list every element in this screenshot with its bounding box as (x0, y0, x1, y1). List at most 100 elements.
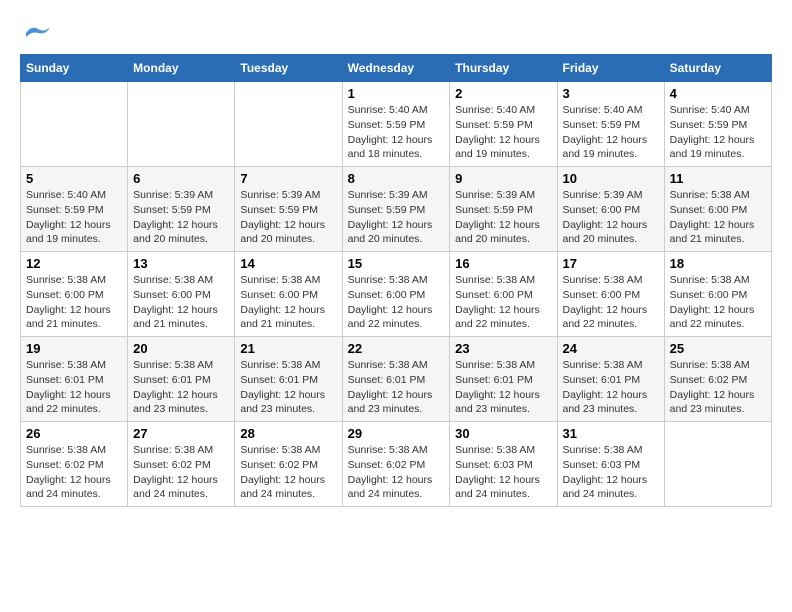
calendar-table: SundayMondayTuesdayWednesdayThursdayFrid… (20, 54, 772, 507)
calendar-day-cell: 4Sunrise: 5:40 AM Sunset: 5:59 PM Daylig… (664, 82, 771, 167)
day-number: 29 (348, 426, 445, 441)
logo (20, 20, 52, 44)
page-header (20, 20, 772, 44)
calendar-day-cell: 10 Sunrise: 5:39 AM Sunset: 6:00 PM Dayli… (557, 167, 664, 252)
day-info: Sunrise: 5:38 AM Sunset: 6:03 PM Dayligh… (563, 443, 659, 502)
calendar-day-cell: 16 Sunrise: 5:38 AM Sunset: 6:00 PM Dayli… (450, 252, 557, 337)
day-number: 7 (240, 171, 336, 186)
calendar-week-row: 19 Sunrise: 5:38 AM Sunset: 6:01 PM Dayli… (21, 337, 772, 422)
calendar-day-cell: 26Sunrise: 5:38 AM Sunset: 6:02 PM Dayli… (21, 422, 128, 507)
day-info: Sunrise: 5:38 AM Sunset: 6:00 PM Dayligh… (348, 273, 445, 332)
calendar-day-cell: 30 Sunrise: 5:38 AM Sunset: 6:03 PM Dayli… (450, 422, 557, 507)
calendar-day-cell: 18Sunrise: 5:38 AM Sunset: 6:00 PM Dayli… (664, 252, 771, 337)
day-info: Sunrise: 5:38 AM Sunset: 6:01 PM Dayligh… (455, 358, 551, 417)
empty-cell (235, 82, 342, 167)
day-info: Sunrise: 5:38 AM Sunset: 6:03 PM Dayligh… (455, 443, 551, 502)
day-number: 19 (26, 341, 122, 356)
day-info: Sunrise: 5:38 AM Sunset: 6:00 PM Dayligh… (670, 188, 766, 247)
day-info: Sunrise: 5:40 AM Sunset: 5:59 PM Dayligh… (26, 188, 122, 247)
calendar-day-cell: 28Sunrise: 5:38 AM Sunset: 6:02 PM Dayli… (235, 422, 342, 507)
calendar-day-cell: 13Sunrise: 5:38 AM Sunset: 6:00 PM Dayli… (128, 252, 235, 337)
day-number: 23 (455, 341, 551, 356)
calendar-day-cell: 1 Sunrise: 5:40 AM Sunset: 5:59 PM Daylig… (342, 82, 450, 167)
calendar-day-cell: 9 Sunrise: 5:39 AM Sunset: 5:59 PM Daylig… (450, 167, 557, 252)
logo-bird-icon (24, 23, 52, 43)
weekday-header-monday: Monday (128, 55, 235, 82)
calendar-day-cell: 21 Sunrise: 5:38 AM Sunset: 6:01 PM Dayli… (235, 337, 342, 422)
calendar-day-cell: 3 Sunrise: 5:40 AM Sunset: 5:59 PM Daylig… (557, 82, 664, 167)
calendar-week-row: 12 Sunrise: 5:38 AM Sunset: 6:00 PM Dayli… (21, 252, 772, 337)
empty-cell (128, 82, 235, 167)
day-info: Sunrise: 5:38 AM Sunset: 6:00 PM Dayligh… (240, 273, 336, 332)
weekday-header-wednesday: Wednesday (342, 55, 450, 82)
calendar-day-cell: 19 Sunrise: 5:38 AM Sunset: 6:01 PM Dayli… (21, 337, 128, 422)
day-number: 4 (670, 86, 766, 101)
calendar-day-cell: 27 Sunrise: 5:38 AM Sunset: 6:02 PM Dayli… (128, 422, 235, 507)
day-number: 11 (670, 171, 766, 186)
calendar-day-cell: 20 Sunrise: 5:38 AM Sunset: 6:01 PM Dayli… (128, 337, 235, 422)
day-info: Sunrise: 5:39 AM Sunset: 5:59 PM Dayligh… (455, 188, 551, 247)
calendar-day-cell: 7 Sunrise: 5:39 AM Sunset: 5:59 PM Daylig… (235, 167, 342, 252)
day-info: Sunrise: 5:38 AM Sunset: 6:02 PM Dayligh… (133, 443, 229, 502)
calendar-day-cell: 24Sunrise: 5:38 AM Sunset: 6:01 PM Dayli… (557, 337, 664, 422)
day-info: Sunrise: 5:38 AM Sunset: 6:01 PM Dayligh… (348, 358, 445, 417)
day-number: 17 (563, 256, 659, 271)
weekday-header-friday: Friday (557, 55, 664, 82)
day-number: 25 (670, 341, 766, 356)
day-number: 20 (133, 341, 229, 356)
day-info: Sunrise: 5:39 AM Sunset: 6:00 PM Dayligh… (563, 188, 659, 247)
weekday-header-tuesday: Tuesday (235, 55, 342, 82)
day-number: 9 (455, 171, 551, 186)
day-info: Sunrise: 5:38 AM Sunset: 6:02 PM Dayligh… (26, 443, 122, 502)
day-number: 31 (563, 426, 659, 441)
calendar-day-cell: 5 Sunrise: 5:40 AM Sunset: 5:59 PM Daylig… (21, 167, 128, 252)
day-info: Sunrise: 5:40 AM Sunset: 5:59 PM Dayligh… (563, 103, 659, 162)
day-info: Sunrise: 5:38 AM Sunset: 6:00 PM Dayligh… (670, 273, 766, 332)
calendar-day-cell: 25 Sunrise: 5:38 AM Sunset: 6:02 PM Dayli… (664, 337, 771, 422)
calendar-day-cell: 23 Sunrise: 5:38 AM Sunset: 6:01 PM Dayli… (450, 337, 557, 422)
day-number: 10 (563, 171, 659, 186)
calendar-week-row: 5 Sunrise: 5:40 AM Sunset: 5:59 PM Daylig… (21, 167, 772, 252)
day-info: Sunrise: 5:39 AM Sunset: 5:59 PM Dayligh… (240, 188, 336, 247)
calendar-day-cell: 15 Sunrise: 5:38 AM Sunset: 6:00 PM Dayli… (342, 252, 450, 337)
day-number: 5 (26, 171, 122, 186)
day-number: 30 (455, 426, 551, 441)
day-number: 1 (348, 86, 445, 101)
day-info: Sunrise: 5:40 AM Sunset: 5:59 PM Dayligh… (455, 103, 551, 162)
day-info: Sunrise: 5:38 AM Sunset: 6:00 PM Dayligh… (26, 273, 122, 332)
day-number: 8 (348, 171, 445, 186)
calendar-day-cell: 12 Sunrise: 5:38 AM Sunset: 6:00 PM Dayli… (21, 252, 128, 337)
day-info: Sunrise: 5:38 AM Sunset: 6:02 PM Dayligh… (670, 358, 766, 417)
day-info: Sunrise: 5:38 AM Sunset: 6:00 PM Dayligh… (133, 273, 229, 332)
day-number: 16 (455, 256, 551, 271)
day-info: Sunrise: 5:39 AM Sunset: 5:59 PM Dayligh… (348, 188, 445, 247)
day-number: 2 (455, 86, 551, 101)
calendar-week-row: 26Sunrise: 5:38 AM Sunset: 6:02 PM Dayli… (21, 422, 772, 507)
day-info: Sunrise: 5:38 AM Sunset: 6:01 PM Dayligh… (240, 358, 336, 417)
logo-text (20, 20, 52, 44)
calendar-week-row: 1 Sunrise: 5:40 AM Sunset: 5:59 PM Daylig… (21, 82, 772, 167)
day-info: Sunrise: 5:38 AM Sunset: 6:01 PM Dayligh… (26, 358, 122, 417)
day-number: 27 (133, 426, 229, 441)
day-number: 12 (26, 256, 122, 271)
weekday-header-sunday: Sunday (21, 55, 128, 82)
calendar-day-cell: 6Sunrise: 5:39 AM Sunset: 5:59 PM Daylig… (128, 167, 235, 252)
day-info: Sunrise: 5:38 AM Sunset: 6:01 PM Dayligh… (133, 358, 229, 417)
calendar-day-cell: 14 Sunrise: 5:38 AM Sunset: 6:00 PM Dayli… (235, 252, 342, 337)
calendar-day-cell: 17Sunrise: 5:38 AM Sunset: 6:00 PM Dayli… (557, 252, 664, 337)
day-info: Sunrise: 5:38 AM Sunset: 6:01 PM Dayligh… (563, 358, 659, 417)
weekday-header-row: SundayMondayTuesdayWednesdayThursdayFrid… (21, 55, 772, 82)
day-number: 22 (348, 341, 445, 356)
day-number: 14 (240, 256, 336, 271)
calendar-day-cell: 8 Sunrise: 5:39 AM Sunset: 5:59 PM Daylig… (342, 167, 450, 252)
day-number: 21 (240, 341, 336, 356)
day-info: Sunrise: 5:40 AM Sunset: 5:59 PM Dayligh… (348, 103, 445, 162)
day-info: Sunrise: 5:38 AM Sunset: 6:02 PM Dayligh… (240, 443, 336, 502)
day-info: Sunrise: 5:38 AM Sunset: 6:00 PM Dayligh… (455, 273, 551, 332)
weekday-header-thursday: Thursday (450, 55, 557, 82)
day-number: 15 (348, 256, 445, 271)
weekday-header-saturday: Saturday (664, 55, 771, 82)
day-number: 6 (133, 171, 229, 186)
day-number: 3 (563, 86, 659, 101)
calendar-day-cell: 29Sunrise: 5:38 AM Sunset: 6:02 PM Dayli… (342, 422, 450, 507)
